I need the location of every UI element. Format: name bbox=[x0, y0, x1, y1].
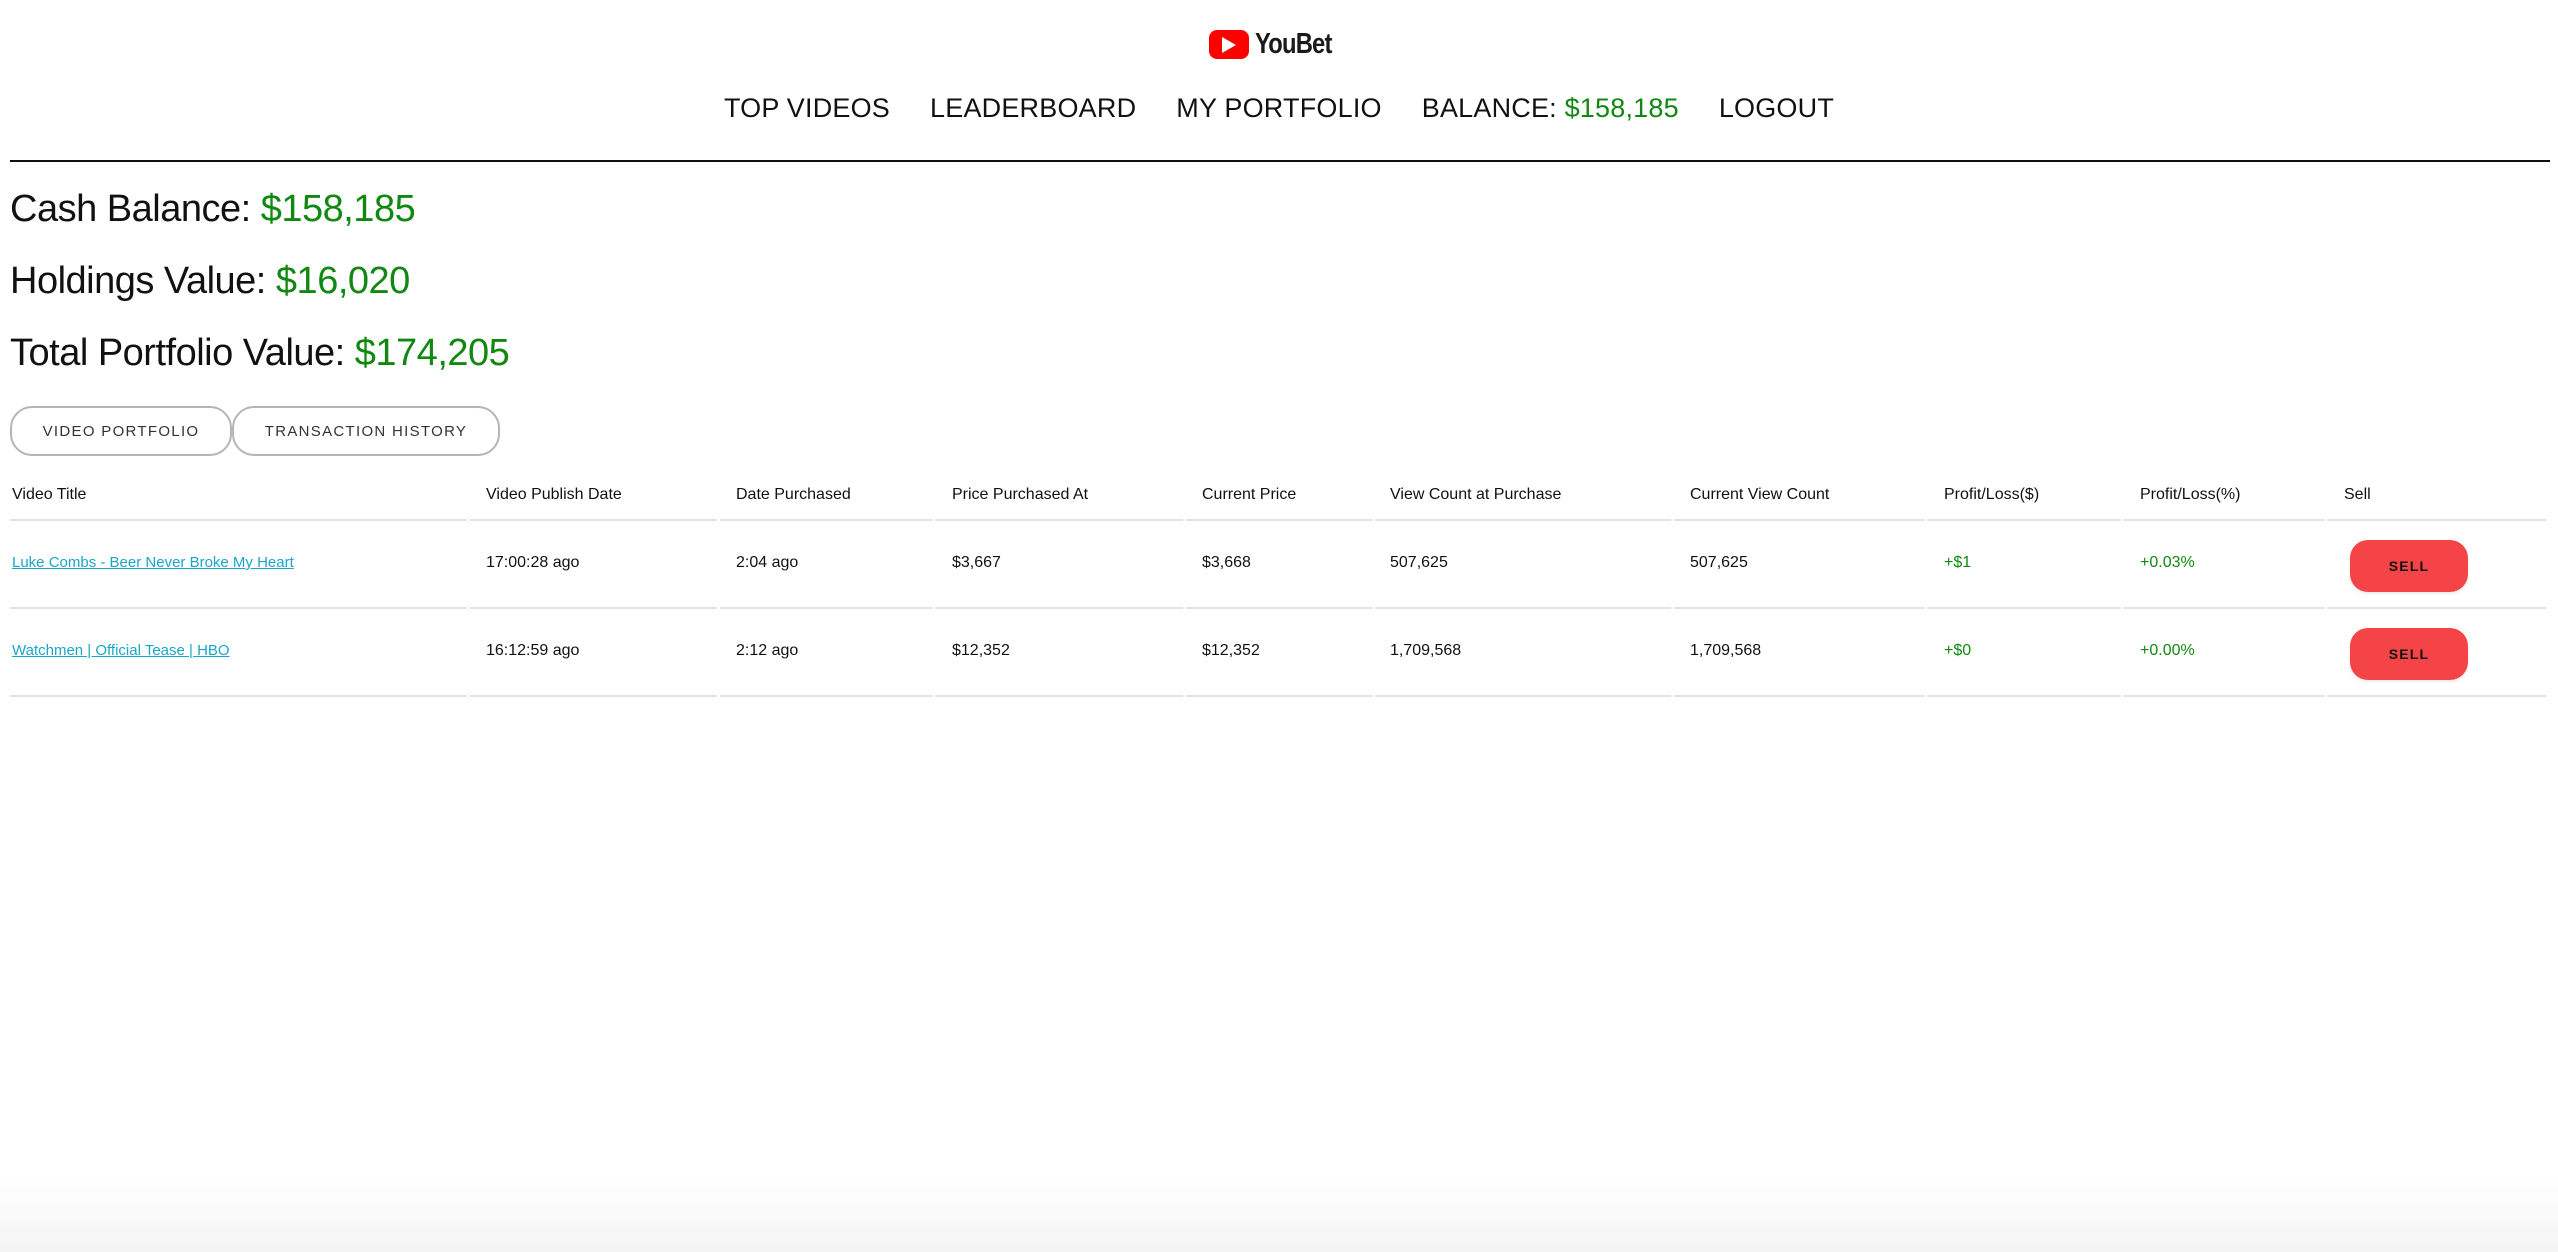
nav-balance-label: BALANCE: bbox=[1421, 93, 1557, 123]
divider bbox=[2124, 607, 2324, 609]
current-price: $12,352 bbox=[1202, 642, 1260, 659]
divider bbox=[1375, 695, 1671, 697]
view-count-purchase: 507,625 bbox=[1390, 554, 1448, 571]
divider bbox=[1927, 519, 2121, 521]
divider bbox=[1186, 519, 1372, 521]
divider bbox=[1674, 519, 1924, 521]
divider bbox=[1375, 519, 1671, 521]
video-title-link[interactable]: Watchmen | Official Tease | HBO bbox=[12, 642, 230, 659]
sell-button[interactable]: SELL bbox=[2350, 628, 2468, 680]
holdings-value-amount: $16,020 bbox=[275, 260, 410, 302]
header-price-purchased: Price Purchased At bbox=[952, 486, 1089, 503]
profit-loss-pct: +0.00% bbox=[2140, 642, 2195, 659]
cash-balance: Cash Balance: $158,185 bbox=[10, 188, 416, 231]
divider bbox=[2124, 519, 2324, 521]
profit-loss-pct: +0.03% bbox=[2140, 554, 2195, 571]
cash-balance-value: $158,185 bbox=[260, 188, 416, 230]
cash-balance-label: Cash Balance: bbox=[10, 188, 251, 230]
header-publish-date: Video Publish Date bbox=[486, 486, 622, 503]
tab-transaction-history[interactable]: TRANSACTION HISTORY bbox=[232, 406, 500, 456]
divider bbox=[720, 695, 932, 697]
view-count-purchase: 1,709,568 bbox=[1390, 642, 1462, 659]
tab-video-portfolio[interactable]: VIDEO PORTFOLIO bbox=[10, 406, 232, 456]
divider bbox=[935, 695, 1183, 697]
divider bbox=[1186, 607, 1372, 609]
sell-button[interactable]: SELL bbox=[2350, 540, 2468, 592]
header-video-title: Video Title bbox=[12, 486, 87, 503]
divider bbox=[10, 607, 467, 609]
divider bbox=[470, 695, 717, 697]
current-price: $3,668 bbox=[1202, 554, 1251, 571]
price-purchased: $12,352 bbox=[952, 642, 1010, 659]
current-view-count: 1,709,568 bbox=[1690, 642, 1762, 659]
publish-date: 16:12:59 ago bbox=[486, 642, 580, 659]
holdings-value: Holdings Value: $16,020 bbox=[10, 260, 410, 303]
divider bbox=[1375, 607, 1671, 609]
profit-loss-dollar: +$1 bbox=[1944, 554, 1972, 571]
nav-logout[interactable]: LOGOUT bbox=[1719, 93, 1834, 124]
video-title-link[interactable]: Luke Combs - Beer Never Broke My Heart bbox=[12, 554, 294, 571]
nav-leaderboard[interactable]: LEADERBOARD bbox=[930, 93, 1136, 124]
nav-my-portfolio[interactable]: MY PORTFOLIO bbox=[1176, 93, 1381, 124]
logo-text: YouBet bbox=[1255, 28, 1332, 60]
header-current-view-count: Current View Count bbox=[1690, 486, 1830, 503]
header-profit-loss-pct: Profit/Loss(%) bbox=[2140, 486, 2241, 503]
divider bbox=[720, 519, 932, 521]
logo[interactable]: YouBet bbox=[0, 28, 2558, 61]
total-portfolio-label: Total Portfolio Value: bbox=[10, 332, 345, 374]
total-portfolio-amount: $174,205 bbox=[354, 332, 510, 374]
total-portfolio-value: Total Portfolio Value: $174,205 bbox=[10, 332, 510, 375]
divider bbox=[1186, 695, 1372, 697]
header-current-price: Current Price bbox=[1202, 486, 1297, 503]
divider bbox=[935, 519, 1183, 521]
play-icon bbox=[1209, 30, 1250, 59]
nav-balance[interactable]: BALANCE: $158,185 bbox=[1422, 93, 1679, 124]
date-purchased: 2:12 ago bbox=[736, 642, 799, 659]
divider bbox=[720, 607, 932, 609]
divider bbox=[1927, 607, 2121, 609]
nav-balance-value: $158,185 bbox=[1564, 93, 1679, 123]
header-view-count-purchase: View Count at Purchase bbox=[1390, 486, 1562, 503]
price-purchased: $3,667 bbox=[952, 554, 1001, 571]
main-nav: TOP VIDEOS LEADERBOARD MY PORTFOLIO BALA… bbox=[0, 93, 2558, 124]
date-purchased: 2:04 ago bbox=[736, 554, 799, 571]
header-profit-loss-dollar: Profit/Loss($) bbox=[1944, 486, 2040, 503]
divider bbox=[470, 607, 717, 609]
divider bbox=[10, 695, 467, 697]
divider bbox=[935, 607, 1183, 609]
header-date-purchased: Date Purchased bbox=[736, 486, 851, 503]
current-view-count: 507,625 bbox=[1690, 554, 1748, 571]
publish-date: 17:00:28 ago bbox=[486, 554, 580, 571]
holdings-value-label: Holdings Value: bbox=[10, 260, 266, 302]
divider bbox=[2124, 695, 2324, 697]
page: YouBet TOP VIDEOS LEADERBOARD MY PORTFOL… bbox=[0, 0, 2558, 1252]
divider bbox=[2327, 695, 2546, 697]
profit-loss-dollar: +$0 bbox=[1944, 642, 1972, 659]
header-divider bbox=[10, 160, 2550, 162]
header-sell: Sell bbox=[2344, 486, 2371, 503]
divider bbox=[470, 519, 717, 521]
divider bbox=[10, 519, 467, 521]
divider bbox=[1674, 607, 1924, 609]
divider bbox=[2327, 519, 2546, 521]
nav-top-videos[interactable]: TOP VIDEOS bbox=[724, 93, 890, 124]
divider bbox=[1927, 695, 2121, 697]
divider bbox=[2327, 607, 2546, 609]
divider bbox=[1674, 695, 1924, 697]
